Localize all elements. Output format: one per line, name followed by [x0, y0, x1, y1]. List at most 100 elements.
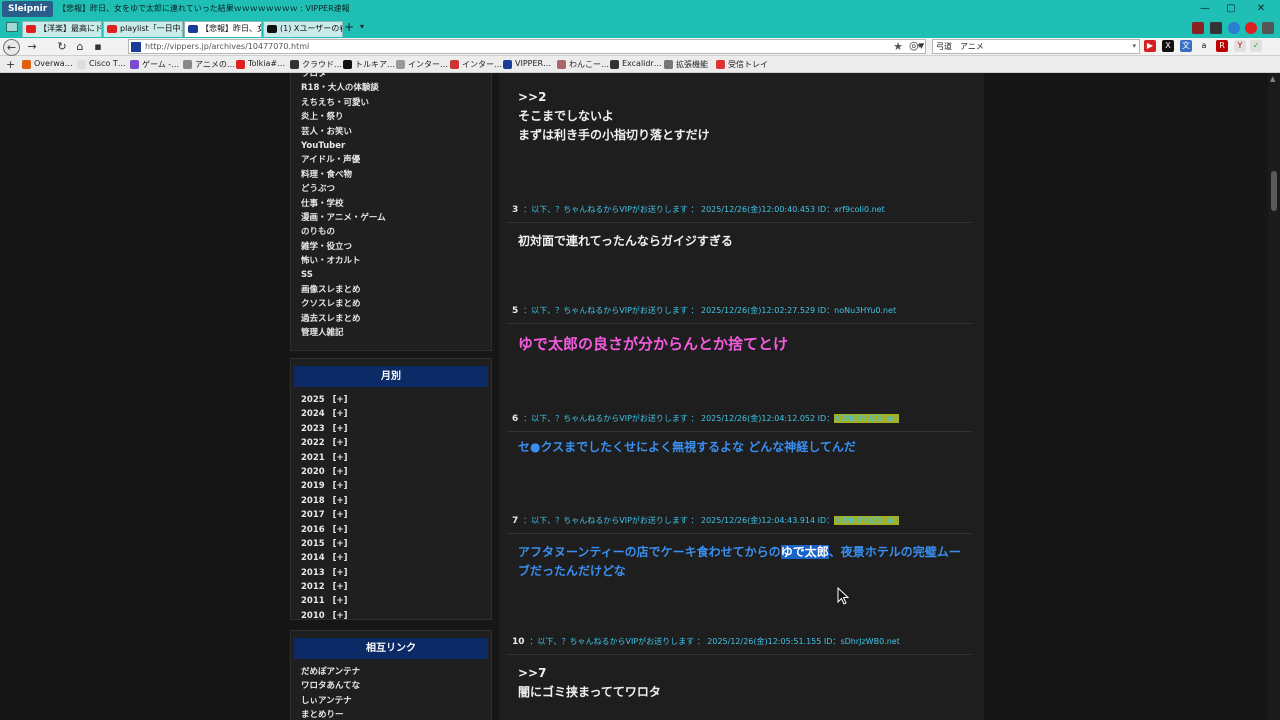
- year-item[interactable]: 2015 [+]: [301, 537, 491, 551]
- year-item[interactable]: 2012 [+]: [301, 580, 491, 594]
- extension-icon[interactable]: [1228, 22, 1240, 34]
- expand-toggle[interactable]: [+]: [333, 409, 348, 419]
- search-input[interactable]: 弓道 アニメ ▾: [932, 39, 1140, 54]
- mutual-link[interactable]: ワロタあんてな: [301, 679, 491, 693]
- category-link[interactable]: 雑学・役立つ: [301, 240, 491, 254]
- category-link[interactable]: 仕事・学校: [301, 197, 491, 211]
- category-link[interactable]: YouTuber: [301, 139, 491, 153]
- expand-toggle[interactable]: [+]: [333, 611, 348, 621]
- extension-icon[interactable]: [1192, 22, 1204, 34]
- tab-0[interactable]: 【洋楽】最高にド…: [22, 21, 102, 37]
- bookmark-item[interactable]: インター…: [396, 59, 448, 70]
- category-link[interactable]: 芸人・お笑い: [301, 125, 491, 139]
- category-link[interactable]: 怖い・オカルト: [301, 254, 491, 268]
- tab-menu-icon[interactable]: [6, 22, 18, 32]
- minimize-icon[interactable]: —: [1194, 1, 1216, 17]
- year-item[interactable]: 2023 [+]: [301, 422, 491, 436]
- category-link[interactable]: 画像スレまとめ: [301, 283, 491, 297]
- expand-toggle[interactable]: [+]: [333, 467, 348, 477]
- year-item[interactable]: 2020 [+]: [301, 465, 491, 479]
- year-item[interactable]: 2022 [+]: [301, 436, 491, 450]
- bookmark-item[interactable]: ゲーム -…: [130, 59, 179, 70]
- category-link[interactable]: 管理人雑記: [301, 326, 491, 340]
- year-item[interactable]: 2024 [+]: [301, 407, 491, 421]
- year-item[interactable]: 2013 [+]: [301, 566, 491, 580]
- year-item[interactable]: 2018 [+]: [301, 494, 491, 508]
- checkmark-icon[interactable]: ✓: [1250, 40, 1262, 52]
- extension-icon[interactable]: [1210, 22, 1222, 34]
- expand-toggle[interactable]: [+]: [333, 553, 348, 563]
- x-icon[interactable]: X: [1162, 40, 1174, 52]
- expand-toggle[interactable]: [+]: [333, 395, 348, 405]
- category-link[interactable]: 漫画・アニメ・ゲーム: [301, 211, 491, 225]
- expand-toggle[interactable]: [+]: [333, 510, 348, 520]
- category-link[interactable]: どうぶつ: [301, 182, 491, 196]
- category-link[interactable]: 料理・食べ物: [301, 168, 491, 182]
- chevron-down-icon[interactable]: ▾: [1132, 40, 1136, 53]
- expand-toggle[interactable]: [+]: [333, 582, 348, 592]
- forward-button[interactable]: →: [24, 39, 40, 55]
- new-tab-button[interactable]: +: [344, 20, 354, 34]
- year-item[interactable]: 2025 [+]: [301, 393, 491, 407]
- chevron-down-icon[interactable]: ▾: [360, 22, 364, 31]
- settings-icon[interactable]: [1262, 22, 1274, 34]
- category-link[interactable]: 過去スレまとめ: [301, 312, 491, 326]
- star-icon[interactable]: ★: [893, 40, 903, 53]
- tab-3[interactable]: (1) Xユーザーの春…: [263, 21, 343, 37]
- selected-text[interactable]: ゆで太郎: [780, 545, 829, 559]
- expand-toggle[interactable]: [+]: [333, 596, 348, 606]
- scrollbar[interactable]: ▲: [1268, 73, 1280, 720]
- save-icon[interactable]: ▪: [90, 39, 106, 55]
- yahoo-icon[interactable]: Y: [1234, 40, 1246, 52]
- scroll-up-icon[interactable]: ▲: [1270, 75, 1275, 83]
- tab-1[interactable]: playlist「一日中…: [103, 21, 183, 37]
- year-item[interactable]: 2019 [+]: [301, 479, 491, 493]
- back-button[interactable]: ←: [3, 39, 20, 56]
- bookmark-item[interactable]: トルキア…: [343, 59, 395, 70]
- category-link[interactable]: のりもの: [301, 225, 491, 239]
- expand-toggle[interactable]: [+]: [333, 568, 348, 578]
- category-link[interactable]: クソスレまとめ: [301, 297, 491, 311]
- search-engine-icon[interactable]: ◎▾: [909, 39, 929, 55]
- mutual-link[interactable]: まとめりー: [301, 708, 491, 720]
- bookmark-item[interactable]: 拡張機能: [664, 59, 708, 70]
- youtube-icon[interactable]: ▶: [1144, 40, 1156, 52]
- translate-icon[interactable]: 文: [1180, 40, 1192, 52]
- tab-2-active[interactable]: 【悲報】昨日、女…: [184, 21, 262, 37]
- year-item[interactable]: 2017 [+]: [301, 508, 491, 522]
- year-item[interactable]: 2021 [+]: [301, 451, 491, 465]
- year-item[interactable]: 2014 [+]: [301, 551, 491, 565]
- year-item[interactable]: 2010 [+]: [301, 609, 491, 623]
- bookmark-item[interactable]: わんこー…: [557, 59, 609, 70]
- bookmark-item[interactable]: インター…: [450, 59, 502, 70]
- bookmark-item[interactable]: クラウド…: [290, 59, 342, 70]
- browser-brand[interactable]: Sleipnir: [2, 1, 54, 17]
- scroll-thumb[interactable]: [1271, 171, 1277, 211]
- bookmark-item[interactable]: Excalidr…: [610, 59, 662, 69]
- maximize-icon[interactable]: ▢: [1220, 1, 1242, 17]
- category-link[interactable]: アイドル・声優: [301, 153, 491, 167]
- amazon-icon[interactable]: a: [1198, 40, 1210, 52]
- expand-toggle[interactable]: [+]: [333, 424, 348, 434]
- category-link[interactable]: 炎上・祭り: [301, 110, 491, 124]
- expand-toggle[interactable]: [+]: [333, 539, 348, 549]
- expand-toggle[interactable]: [+]: [333, 525, 348, 535]
- address-bar[interactable]: http://vippers.jp/archives/10477070.html…: [128, 39, 926, 54]
- expand-toggle[interactable]: [+]: [333, 438, 348, 448]
- category-link[interactable]: ワロタ: [301, 73, 491, 81]
- bookmark-item[interactable]: Tolkia#…: [236, 59, 285, 69]
- reload-icon[interactable]: ↻: [54, 39, 70, 55]
- category-link[interactable]: SS: [301, 268, 491, 282]
- category-link[interactable]: R18・大人の体験談: [301, 81, 491, 95]
- bookmark-item[interactable]: VIPPER…: [503, 59, 551, 69]
- expand-toggle[interactable]: [+]: [333, 453, 348, 463]
- close-icon[interactable]: ✕: [1250, 1, 1272, 17]
- category-link[interactable]: えちえち・可愛い: [301, 96, 491, 110]
- year-item[interactable]: 2016 [+]: [301, 523, 491, 537]
- expand-toggle[interactable]: [+]: [333, 481, 348, 491]
- year-item[interactable]: 2011 [+]: [301, 594, 491, 608]
- bookmark-item[interactable]: Overwa…: [22, 59, 73, 69]
- mutual-link[interactable]: しぃアンテナ: [301, 694, 491, 708]
- add-bookmark-icon[interactable]: +: [6, 58, 15, 71]
- bookmark-item[interactable]: アニメの…: [183, 59, 235, 70]
